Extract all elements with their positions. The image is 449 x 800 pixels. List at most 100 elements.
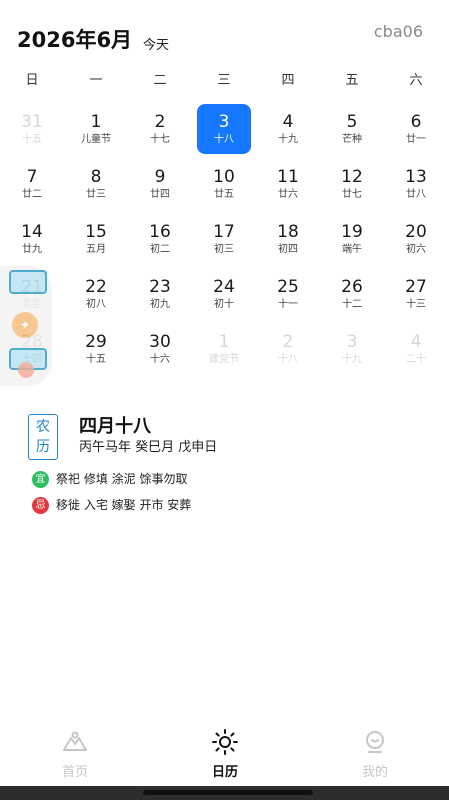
home-indicator[interactable]: [143, 790, 313, 795]
yi-row: 宜祭祀 修填 涂泥 馀事勿取: [32, 470, 187, 488]
calendar-day[interactable]: 13 廿八: [387, 159, 445, 209]
day-number: 2: [154, 112, 166, 132]
ji-badge: 忌: [32, 497, 49, 514]
calendar-day[interactable]: 11 廿六: [259, 159, 317, 209]
day-number: 6: [410, 112, 422, 132]
tab-calendar[interactable]: 日历: [185, 728, 265, 780]
calendar-day[interactable]: 2 十七: [131, 104, 189, 154]
calendar-day[interactable]: 31 十五: [3, 104, 61, 154]
calendar-day[interactable]: 14 廿九: [3, 214, 61, 264]
calendar-day[interactable]: 25 十一: [259, 269, 317, 319]
lunar-label: 十八: [278, 354, 298, 365]
weekday-mon: 一: [89, 73, 103, 88]
day-number: 30: [149, 332, 171, 352]
calendar-icon[interactable]: [9, 270, 47, 294]
day-number: 12: [341, 167, 363, 187]
ganzhi-text: 丙午马年 癸巳月 戊申日: [79, 440, 218, 455]
lunar-label: 十二: [342, 299, 362, 310]
lunar-label: 初四: [278, 244, 298, 255]
profile-icon: [366, 731, 384, 753]
day-number: 19: [341, 222, 363, 242]
calendar-day[interactable]: 12 廿七: [323, 159, 381, 209]
day-number: 24: [213, 277, 235, 297]
lunar-label: 十八: [214, 134, 234, 145]
lunar-label: 初十: [214, 299, 234, 310]
tab-mine[interactable]: 我的: [335, 728, 415, 780]
lunar-label: 二十: [406, 354, 426, 365]
calendar-day[interactable]: 19 端午: [323, 214, 381, 264]
sparkle-icon[interactable]: ✦: [12, 312, 38, 338]
lunar-label: 十九: [278, 134, 298, 145]
day-number: 7: [26, 167, 38, 187]
day-number: 11: [277, 167, 299, 187]
day-number: 27: [405, 277, 427, 297]
floating-widget[interactable]: ✦: [0, 266, 52, 386]
calendar-day[interactable]: 9 廿四: [131, 159, 189, 209]
weekday-wed: 三: [217, 73, 231, 88]
day-number: 16: [149, 222, 171, 242]
lunar-label: 初二: [150, 244, 170, 255]
lunar-label: 十六: [150, 354, 170, 365]
lunar-label: 儿童节: [81, 134, 111, 145]
calendar-day[interactable]: 6 廿一: [387, 104, 445, 154]
calendar-day[interactable]: 17 初三: [195, 214, 253, 264]
lunar-label: 十九: [342, 354, 362, 365]
day-number: 22: [85, 277, 107, 297]
day-number: 4: [282, 112, 294, 132]
calendar-day[interactable]: 18 初四: [259, 214, 317, 264]
calendar-day[interactable]: 10 廿五: [195, 159, 253, 209]
day-number: 9: [154, 167, 166, 187]
lunar-label: 端午: [342, 244, 362, 255]
weekday-header: 日 一 二 三 四 五 六: [0, 69, 449, 89]
day-number: 2: [282, 332, 294, 352]
calendar-day[interactable]: 7 廿二: [3, 159, 61, 209]
day-number: 5: [346, 112, 358, 132]
calendar-day[interactable]: 1 建党节: [195, 324, 253, 374]
lunar-date: 四月十八: [79, 416, 151, 437]
ji-text: 移徙 入宅 嫁娶 开市 安葬: [56, 498, 192, 512]
calendar-day[interactable]: 4 二十: [387, 324, 445, 374]
day-number: 23: [149, 277, 171, 297]
lunar-label: 初六: [406, 244, 426, 255]
month-title[interactable]: 2026年6月: [17, 24, 132, 54]
calendar-day[interactable]: 27 十三: [387, 269, 445, 319]
day-number: 17: [213, 222, 235, 242]
tab-calendar-label: 日历: [211, 765, 238, 780]
day-number: 25: [277, 277, 299, 297]
calendar-day[interactable]: 24 初十: [195, 269, 253, 319]
calendar-day[interactable]: 23 初九: [131, 269, 189, 319]
lunar-label: 初八: [86, 299, 106, 310]
home-mountain-icon: [63, 731, 87, 751]
weekday-fri: 五: [345, 73, 359, 88]
calendar-day[interactable]: 3 十九: [323, 324, 381, 374]
today-button[interactable]: 今天: [143, 34, 169, 53]
day-number: 1: [90, 112, 102, 132]
calendar-day[interactable]: 20 初六: [387, 214, 445, 264]
calendar-day-selected[interactable]: 3 十八: [197, 104, 251, 154]
calendar-day[interactable]: 29 十五: [67, 324, 125, 374]
sun-icon: [212, 729, 238, 755]
nongli-badge: 农历: [28, 414, 58, 460]
calendar-day[interactable]: 16 初二: [131, 214, 189, 264]
calendar-day[interactable]: 15 五月: [67, 214, 125, 264]
lunar-label: 十五: [86, 354, 106, 365]
day-number: 1: [218, 332, 230, 352]
calendar-day[interactable]: 30 十六: [131, 324, 189, 374]
lunar-label: 廿六: [278, 189, 298, 200]
lunar-label: 廿八: [406, 189, 426, 200]
calendar-day[interactable]: 5 芒种: [323, 104, 381, 154]
day-number: 4: [410, 332, 422, 352]
calendar-day[interactable]: 2 十八: [259, 324, 317, 374]
calendar-day[interactable]: 22 初八: [67, 269, 125, 319]
calendar-day[interactable]: 1 儿童节: [67, 104, 125, 154]
calendar-day[interactable]: 8 廿三: [67, 159, 125, 209]
lunar-label: 廿一: [406, 134, 426, 145]
calendar-day[interactable]: 4 十九: [259, 104, 317, 154]
user-name[interactable]: cba06: [374, 22, 423, 41]
lunar-label: 廿九: [22, 244, 42, 255]
tab-home[interactable]: 首页: [35, 728, 115, 780]
day-number: 3: [346, 332, 358, 352]
calendar-day[interactable]: 26 十二: [323, 269, 381, 319]
weekday-sat: 六: [409, 73, 423, 88]
lunar-label: 建党节: [209, 354, 239, 365]
